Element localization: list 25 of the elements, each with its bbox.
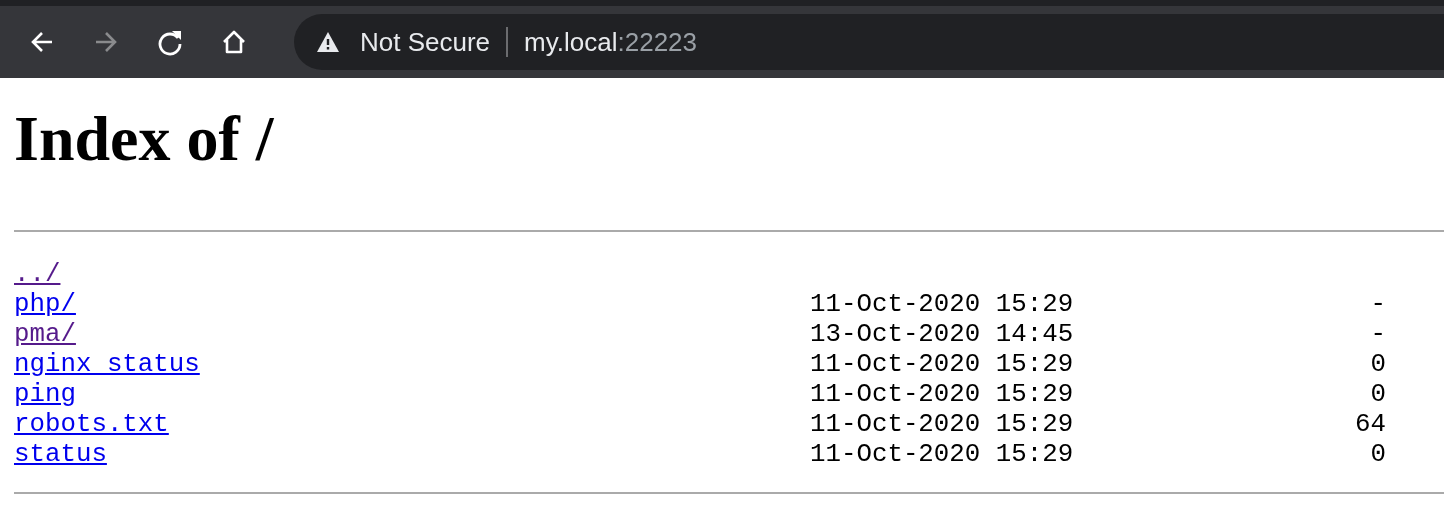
file-link[interactable]: ../	[14, 260, 61, 290]
modified-date: 11-Oct-2020 15:29	[810, 380, 1074, 410]
modified-date: 11-Oct-2020 15:29	[810, 290, 1074, 320]
file-size: 0	[1370, 440, 1386, 470]
modified-date: 11-Oct-2020 15:29	[810, 410, 1074, 440]
file-size: 64	[1355, 410, 1386, 440]
file-link[interactable]: nginx_status	[14, 350, 200, 380]
file-link[interactable]: ping	[14, 380, 76, 410]
file-link[interactable]: robots.txt	[14, 410, 169, 440]
modified-date: 13-Oct-2020 14:45	[810, 320, 1074, 350]
file-size: 0	[1370, 350, 1386, 380]
file-link[interactable]: pma/	[14, 320, 76, 350]
warning-icon	[316, 31, 340, 53]
page-heading: Index of /	[14, 102, 275, 176]
file-link[interactable]: php/	[14, 290, 76, 320]
file-size: -	[1370, 320, 1386, 350]
url-text: my.local:22223	[524, 26, 698, 58]
modified-date: 11-Oct-2020 15:29	[810, 350, 1074, 380]
reload-icon[interactable]	[156, 28, 184, 56]
address-bar[interactable]: Not Secure my.local:22223	[294, 14, 1444, 70]
file-size: -	[1370, 290, 1386, 320]
modified-date: 11-Oct-2020 15:29	[810, 440, 1074, 470]
security-label: Not Secure	[360, 26, 491, 58]
file-link[interactable]: status	[14, 440, 107, 470]
file-size: 0	[1370, 380, 1386, 410]
